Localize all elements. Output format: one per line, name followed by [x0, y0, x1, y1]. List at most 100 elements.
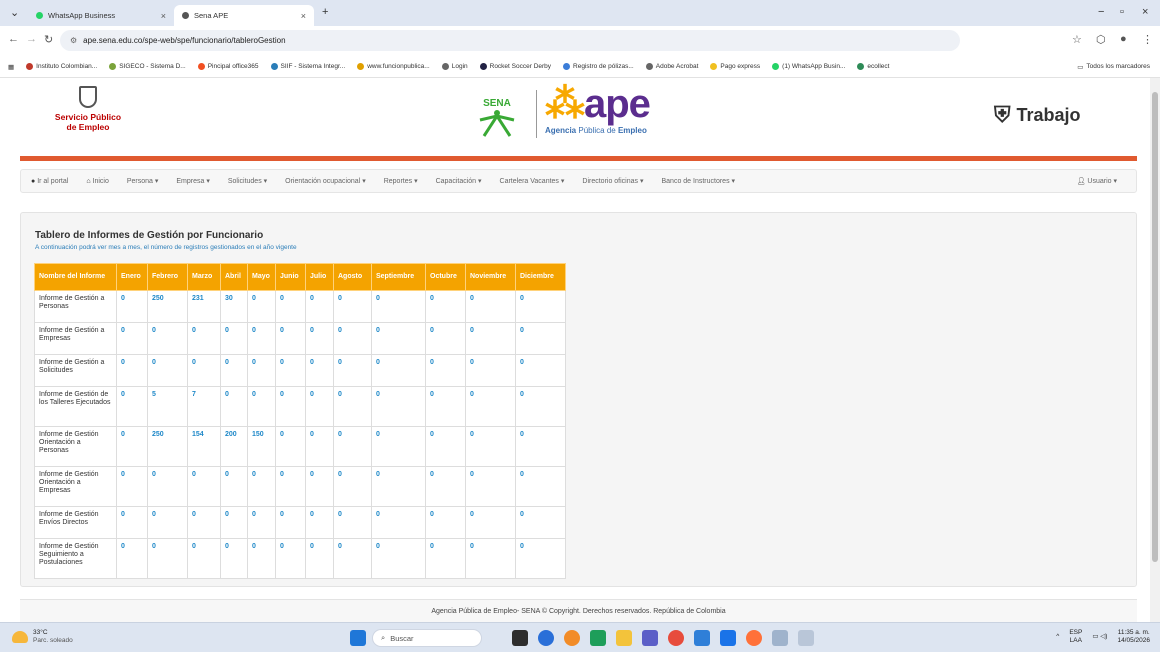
nav-cartelera[interactable]: Cartelera Vacantes ▾: [491, 177, 574, 185]
file-explorer-icon[interactable]: [616, 630, 632, 646]
report-value-link[interactable]: 0: [220, 386, 248, 427]
report-value-link[interactable]: 250: [147, 426, 188, 467]
close-icon[interactable]: ×: [301, 11, 306, 21]
teams-icon[interactable]: [642, 630, 658, 646]
report-value-link[interactable]: 231: [187, 290, 221, 323]
report-value-link[interactable]: 0: [465, 322, 516, 355]
site-info-icon[interactable]: ⚙: [70, 36, 77, 45]
spe-logo[interactable]: Servicio Público de Empleo: [48, 86, 128, 132]
report-value-link[interactable]: 0: [425, 386, 466, 427]
apps-grid-icon[interactable]: ▦: [8, 63, 14, 71]
url-input[interactable]: ⚙ ape.sena.edu.co/spe-web/spe/funcionari…: [60, 30, 960, 51]
report-value-link[interactable]: 30: [220, 290, 248, 323]
close-window-button[interactable]: ×: [1142, 6, 1148, 18]
chrome-icon[interactable]: [668, 630, 684, 646]
report-value-link[interactable]: 0: [305, 506, 334, 539]
report-value-link[interactable]: 0: [116, 354, 148, 387]
bookmark-item[interactable]: Pincipal office365: [197, 63, 259, 70]
excel-icon[interactable]: [590, 630, 606, 646]
report-value-link[interactable]: 0: [247, 290, 276, 323]
report-value-link[interactable]: 0: [147, 538, 188, 579]
forward-arrow-icon[interactable]: →: [26, 33, 37, 45]
nav-solicitudes[interactable]: Solicitudes ▾: [219, 177, 276, 185]
clock[interactable]: 11:35 a. m. 14/05/2026: [1117, 629, 1150, 645]
report-value-link[interactable]: 0: [371, 386, 426, 427]
report-value-link[interactable]: 0: [275, 466, 306, 507]
report-value-link[interactable]: 0: [371, 506, 426, 539]
report-value-link[interactable]: 0: [425, 354, 466, 387]
report-value-link[interactable]: 0: [116, 290, 148, 323]
report-value-link[interactable]: 0: [515, 354, 566, 387]
report-value-link[interactable]: 0: [465, 386, 516, 427]
report-value-link[interactable]: 250: [147, 290, 188, 323]
report-value-link[interactable]: 0: [147, 466, 188, 507]
task-view-icon[interactable]: [512, 630, 528, 646]
report-value-link[interactable]: 0: [465, 354, 516, 387]
report-value-link[interactable]: 0: [116, 506, 148, 539]
outlook-icon[interactable]: [694, 630, 710, 646]
report-value-link[interactable]: 0: [187, 354, 221, 387]
star-icon[interactable]: ☆: [1072, 33, 1082, 46]
report-value-link[interactable]: 0: [425, 506, 466, 539]
report-value-link[interactable]: 0: [275, 290, 306, 323]
report-value-link[interactable]: 0: [147, 322, 188, 355]
windows-start-icon[interactable]: [350, 630, 366, 646]
bookmark-item[interactable]: www.funcionpublica...: [357, 63, 430, 70]
report-value-link[interactable]: 150: [247, 426, 276, 467]
report-value-link[interactable]: 0: [305, 426, 334, 467]
report-value-link[interactable]: 0: [220, 322, 248, 355]
bookmark-item[interactable]: SIIF - Sistema Integr...: [270, 63, 345, 70]
nav-persona[interactable]: Persona ▾: [118, 177, 168, 185]
report-value-link[interactable]: 200: [220, 426, 248, 467]
bookmark-item[interactable]: Instituto Colombian...: [26, 63, 97, 70]
report-value-link[interactable]: 0: [425, 538, 466, 579]
report-value-link[interactable]: 0: [247, 354, 276, 387]
report-value-link[interactable]: 0: [147, 506, 188, 539]
report-value-link[interactable]: 0: [220, 538, 248, 579]
report-value-link[interactable]: 0: [305, 290, 334, 323]
edge-icon[interactable]: [538, 630, 554, 646]
report-value-link[interactable]: 154: [187, 426, 221, 467]
tab-whatsapp[interactable]: WhatsApp Business ×: [28, 5, 174, 26]
minimize-button[interactable]: −: [1098, 6, 1104, 18]
report-value-link[interactable]: 0: [515, 426, 566, 467]
report-value-link[interactable]: 0: [465, 426, 516, 467]
report-value-link[interactable]: 0: [187, 322, 221, 355]
language-indicator[interactable]: ESP LAA: [1069, 629, 1082, 645]
sena-logo[interactable]: SENA: [472, 96, 522, 138]
menu-kebab-icon[interactable]: ⋮: [1142, 33, 1153, 46]
report-value-link[interactable]: 0: [275, 386, 306, 427]
report-value-link[interactable]: 0: [371, 466, 426, 507]
close-icon[interactable]: ×: [161, 11, 166, 21]
bookmark-item[interactable]: Login: [441, 63, 468, 70]
report-value-link[interactable]: 0: [333, 290, 372, 323]
report-value-link[interactable]: 0: [247, 506, 276, 539]
all-bookmarks-folder[interactable]: ▭ Todos los marcadores: [1077, 63, 1150, 71]
report-value-link[interactable]: 0: [116, 538, 148, 579]
user-menu[interactable]: 👤︎ Usuario ▾: [1068, 177, 1126, 185]
report-value-link[interactable]: 0: [305, 354, 334, 387]
report-value-link[interactable]: 0: [247, 386, 276, 427]
bookmark-item[interactable]: Rocket Soccer Derby: [479, 63, 551, 70]
report-value-link[interactable]: 0: [371, 354, 426, 387]
nav-orientacion[interactable]: Orientación ocupacional ▾: [276, 177, 375, 185]
report-value-link[interactable]: 0: [333, 354, 372, 387]
report-value-link[interactable]: 0: [116, 322, 148, 355]
tab-sena-ape[interactable]: Sena APE ×: [174, 5, 314, 26]
report-value-link[interactable]: 0: [425, 426, 466, 467]
report-value-link[interactable]: 0: [515, 386, 566, 427]
report-value-link[interactable]: 0: [425, 290, 466, 323]
app-icon[interactable]: [720, 630, 736, 646]
report-value-link[interactable]: 0: [220, 354, 248, 387]
report-value-link[interactable]: 0: [116, 426, 148, 467]
report-value-link[interactable]: 0: [515, 466, 566, 507]
report-value-link[interactable]: 0: [220, 466, 248, 507]
report-value-link[interactable]: 0: [275, 506, 306, 539]
app-icon[interactable]: [772, 630, 788, 646]
nav-inicio[interactable]: ⌂ Inicio: [77, 178, 118, 185]
report-value-link[interactable]: 7: [187, 386, 221, 427]
report-value-link[interactable]: 0: [187, 506, 221, 539]
report-value-link[interactable]: 0: [247, 322, 276, 355]
app-icon[interactable]: [564, 630, 580, 646]
report-value-link[interactable]: 0: [333, 538, 372, 579]
